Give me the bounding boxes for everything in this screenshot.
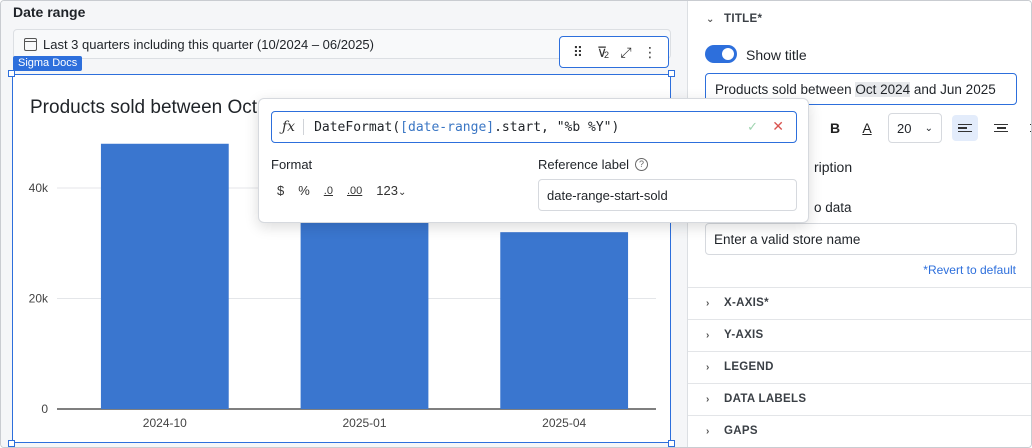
show-title-label: Show title [746, 47, 807, 63]
section-legend[interactable]: › LEGEND [706, 361, 774, 373]
expand-icon[interactable]: ⤢ [616, 44, 636, 61]
no-data-message-input[interactable]: Enter a valid store name [705, 223, 1017, 255]
dynamic-text-popover: ƒx DateFormat([date-range].start, "%b %Y… [258, 98, 809, 223]
no-data-label: o data [814, 200, 852, 215]
align-right-icon[interactable] [1024, 115, 1031, 141]
section-title[interactable]: ⌄ TITLE* [706, 13, 762, 25]
percent-format-button[interactable]: % [298, 183, 310, 198]
chart-title[interactable]: Products sold between Oct [30, 97, 257, 119]
chevron-down-icon: ⌄ [924, 122, 933, 134]
section-label: GAPS [724, 425, 758, 437]
calendar-icon [24, 37, 37, 51]
filter-icon[interactable]: ⊽ 2 [592, 44, 612, 61]
format-label: Format [271, 157, 313, 172]
bold-icon[interactable]: B [824, 120, 846, 136]
chevron-down-icon: ⌄ [706, 13, 715, 25]
section-gaps[interactable]: › GAPS [706, 425, 758, 437]
help-icon[interactable]: ? [635, 158, 649, 171]
properties-panel: ⌄ TITLE* Show title Products sold betwee… [687, 1, 1031, 447]
workbook-canvas: Date range Last 3 quarters including thi… [1, 1, 687, 447]
title-text-after: and Jun 2025 [910, 81, 996, 97]
bar [100, 143, 229, 409]
y-tick-label: 0 [41, 402, 48, 416]
reference-label-input[interactable]: date-range-start-sold [538, 179, 797, 211]
formula-reference: [date-range] [400, 119, 495, 135]
title-dynamic-token[interactable]: Oct 2024 [855, 81, 911, 97]
section-label: X-AXIS* [724, 297, 769, 309]
app-frame: Date range Last 3 quarters including thi… [0, 0, 1032, 448]
decrease-decimals-button[interactable]: .0 [324, 185, 333, 197]
section-label: Y-AXIS [724, 329, 764, 341]
formula-prefix: DateFormat( [314, 119, 401, 135]
more-menu-icon[interactable]: ⋮ [640, 44, 660, 61]
text-color-icon[interactable]: A [856, 120, 878, 136]
align-left-icon[interactable] [952, 115, 978, 141]
formula-code[interactable]: DateFormat([date-range].start, "%b %Y") [314, 120, 619, 135]
resize-handle-bl[interactable] [8, 440, 15, 447]
align-center-icon[interactable] [988, 115, 1014, 141]
currency-format-button[interactable]: $ [277, 183, 284, 198]
number-format-button[interactable]: 123⌄ [376, 183, 406, 198]
revert-to-default-link[interactable]: *Revert to default [923, 263, 1016, 277]
bar [500, 232, 629, 409]
title-format-tools: B A 20 ⌄ [824, 113, 1031, 143]
chart-title-text: Products sold between Oct [30, 97, 258, 118]
formula-bar[interactable]: ƒx DateFormat([date-range].start, "%b %Y… [271, 111, 797, 143]
chevron-down-icon: ⌄ [397, 187, 407, 198]
number-format-label: 123 [376, 183, 398, 198]
divider [688, 287, 1031, 288]
filter-count: 2 [604, 49, 610, 60]
section-label: DATA LABELS [724, 393, 807, 405]
sigma-docs-tag: Sigma Docs [13, 56, 83, 71]
increase-decimals-button[interactable]: .00 [347, 185, 362, 197]
resize-handle-tl[interactable] [8, 70, 15, 77]
divider [688, 319, 1031, 320]
description-toggle-label: ription [814, 159, 853, 175]
formula-suffix: .start, "%b %Y") [494, 119, 620, 135]
x-tick-label: 2025-01 [342, 416, 386, 430]
close-icon[interactable]: ✕ [772, 119, 784, 135]
chevron-right-icon: › [706, 425, 710, 437]
divider [688, 415, 1031, 416]
section-label: LEGEND [724, 361, 774, 373]
date-range-value: Last 3 quarters including this quarter (… [43, 36, 374, 52]
divider [688, 351, 1031, 352]
font-size-select[interactable]: 20 ⌄ [888, 113, 942, 143]
section-data-labels[interactable]: › DATA LABELS [706, 393, 806, 405]
chevron-right-icon: › [706, 361, 710, 373]
reference-label-heading: Reference label ? [538, 157, 649, 172]
function-icon: ƒx [282, 119, 305, 135]
date-range-label: Date range [13, 4, 86, 20]
confirm-icon[interactable]: ✓ [747, 120, 758, 135]
title-text-before: Products sold between [715, 81, 856, 97]
section-title-label: TITLE* [724, 13, 763, 25]
section-y-axis[interactable]: › Y-AXIS [706, 329, 764, 341]
resize-handle-tr[interactable] [668, 70, 675, 77]
x-tick-label: 2024-10 [143, 416, 187, 430]
section-x-axis[interactable]: › X-AXIS* [706, 297, 769, 309]
divider [688, 383, 1031, 384]
y-tick-label: 20k [29, 291, 49, 305]
chevron-right-icon: › [706, 297, 710, 309]
x-tick-label: 2025-04 [542, 416, 586, 430]
chevron-right-icon: › [706, 393, 710, 405]
resize-handle-br[interactable] [668, 440, 675, 447]
format-options: $ % .0 .00 123⌄ [277, 183, 406, 198]
drag-handle-icon[interactable]: ⠿ [568, 44, 588, 61]
element-toolbar: ⠿ ⊽ 2 ⤢ ⋮ [559, 36, 669, 68]
show-title-toggle[interactable] [705, 45, 737, 63]
reference-label-text: Reference label [538, 157, 630, 172]
font-size-value: 20 [897, 120, 912, 136]
y-tick-label: 40k [29, 181, 49, 195]
chevron-right-icon: › [706, 329, 710, 341]
